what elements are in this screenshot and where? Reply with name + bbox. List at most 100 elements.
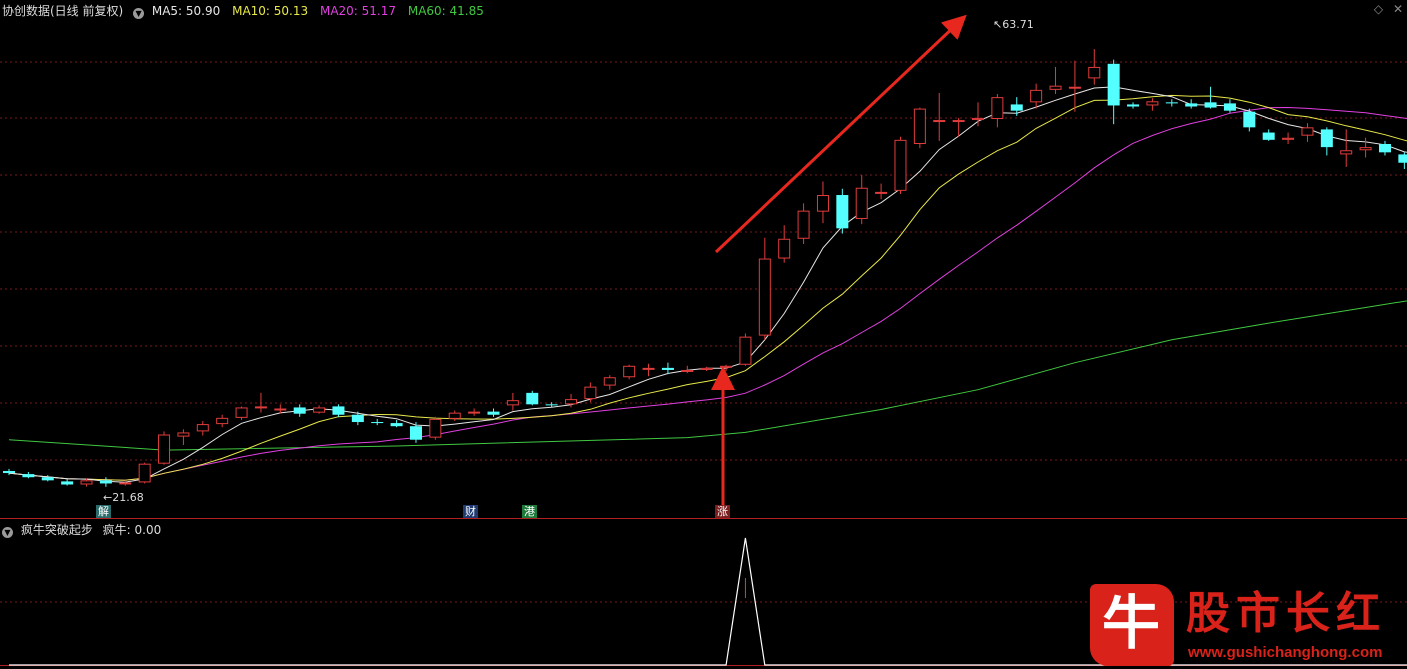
candle-body-up — [758, 258, 771, 336]
candle-body-up — [468, 411, 481, 414]
candle-body-up — [720, 365, 733, 368]
candle-body-down — [390, 423, 403, 427]
candle-body-down — [22, 474, 35, 478]
candle-body-down — [1320, 129, 1333, 148]
candle-body-down — [487, 411, 500, 415]
ma10-label: MA10: 50.13 — [232, 4, 309, 18]
candle-body-down — [1127, 104, 1140, 107]
candle-body-up — [623, 365, 636, 378]
candle-body-down — [1010, 104, 1023, 111]
candle-body-up — [1340, 150, 1353, 155]
candle-body-down — [1107, 63, 1120, 106]
candle-body-down — [1262, 132, 1275, 140]
leader-arrow-icon: ↖ — [993, 18, 1003, 31]
candle-body-down — [1243, 111, 1256, 128]
candle-body-up — [933, 120, 946, 123]
candle-body-up — [1068, 86, 1081, 89]
candle-body-up — [235, 407, 248, 418]
candle-body-up — [991, 97, 1004, 120]
candle-body-up — [119, 482, 132, 485]
main-chart-header: 协创数据(日线 前复权) ▼ MA5: 50.90 MA10: 50.13 MA… — [2, 2, 484, 19]
ma60-label: MA60: 41.85 — [407, 4, 484, 18]
candle-body-down — [371, 422, 384, 424]
candle-body-up — [254, 406, 267, 409]
tag-gang[interactable]: 港 — [522, 505, 537, 518]
tag-jie[interactable]: 解 — [96, 505, 111, 518]
high-price-label: ↖63.71 — [993, 18, 1034, 31]
candle-body-up — [894, 139, 907, 191]
candle-body-up — [875, 191, 888, 194]
candle-body-up — [797, 210, 810, 239]
candle-body-up — [177, 432, 190, 437]
chevron-down-icon[interactable]: ▼ — [2, 527, 13, 538]
candle-body-up — [158, 434, 171, 464]
candle-body-up — [506, 400, 519, 406]
candle-body-up — [584, 386, 597, 400]
ma5-label: MA5: 50.90 — [151, 4, 221, 18]
watermark-url: www.gushichanghong.com — [1188, 644, 1383, 661]
candle-body-down — [1223, 103, 1236, 111]
candle-body-down — [3, 470, 15, 474]
watermark-logo-char: 牛 — [1102, 589, 1161, 657]
tag-cai[interactable]: 财 — [463, 505, 478, 518]
ma20-line — [8, 106, 1407, 481]
candle-body-down — [61, 481, 74, 485]
leader-arrow-icon: ← — [103, 491, 113, 504]
close-icon[interactable]: ✕ — [1393, 2, 1403, 16]
low-price-label: ←21.68 — [103, 491, 144, 504]
candle-body-up — [1301, 127, 1314, 136]
candle-body-down — [293, 407, 306, 414]
candle-body-up — [1088, 66, 1101, 79]
indicator-value: 疯牛: 0.00 — [102, 523, 162, 537]
candle-body-up — [1146, 101, 1159, 106]
candle-body-up — [1359, 147, 1372, 151]
tag-zhang[interactable]: 涨 — [715, 505, 730, 518]
candle-body-up — [1049, 85, 1062, 90]
candle-body-down — [332, 406, 345, 415]
window-controls: ◇ ✕ — [1374, 2, 1403, 16]
candle-body-up — [972, 117, 984, 121]
candle-body-up — [313, 407, 326, 413]
chevron-down-icon[interactable]: ▼ — [133, 8, 145, 19]
candle-body-up — [681, 369, 694, 372]
indicator-header: ▼ 疯牛突破起步 疯牛: 0.00 — [2, 521, 161, 538]
candle-body-down — [661, 367, 674, 370]
candle-body-down — [351, 414, 364, 423]
candle-body-down — [1165, 102, 1178, 104]
candle-body-down — [526, 392, 539, 405]
candle-body-up — [1282, 137, 1295, 140]
candle-body-down — [41, 477, 54, 481]
candle-body-up — [138, 463, 151, 483]
ma20-label: MA20: 51.17 — [319, 4, 397, 18]
candle-body-up — [216, 417, 229, 425]
candle-body-up — [700, 367, 713, 370]
candle-body-up — [1030, 89, 1043, 103]
candle-body-down — [409, 426, 422, 440]
diamond-icon[interactable]: ◇ — [1374, 2, 1383, 16]
candle-body-down — [99, 480, 112, 484]
candle-body-up — [565, 399, 578, 405]
candle-body-down — [836, 195, 849, 229]
candle-body-up — [603, 377, 616, 386]
stock-chart[interactable] — [0, 0, 1407, 669]
candle-body-up — [855, 187, 868, 219]
watermark-name: 股市长红 — [1186, 588, 1386, 639]
candle-body-down — [1398, 154, 1407, 163]
candle-body-up — [778, 238, 791, 259]
candle-body-up — [196, 424, 209, 432]
candle-body-up — [913, 108, 926, 144]
candle-body-up — [642, 367, 655, 370]
candle-body-up — [80, 480, 93, 485]
candle-body-down — [1378, 143, 1391, 153]
candle-body-down — [1204, 102, 1217, 108]
candle-body-up — [448, 412, 461, 419]
candle-body-up — [816, 195, 829, 212]
candle-body-up — [429, 418, 442, 438]
candle-body-up — [739, 336, 752, 365]
security-title[interactable]: 协创数据(日线 前复权) — [2, 4, 123, 18]
candle-body-down — [545, 404, 558, 406]
candle-body-up — [952, 120, 965, 123]
candle-body-up — [274, 408, 287, 411]
watermark: 牛 股市长红 www.gushichanghong.com — [1088, 584, 1406, 666]
indicator-title[interactable]: 疯牛突破起步 — [21, 523, 93, 537]
